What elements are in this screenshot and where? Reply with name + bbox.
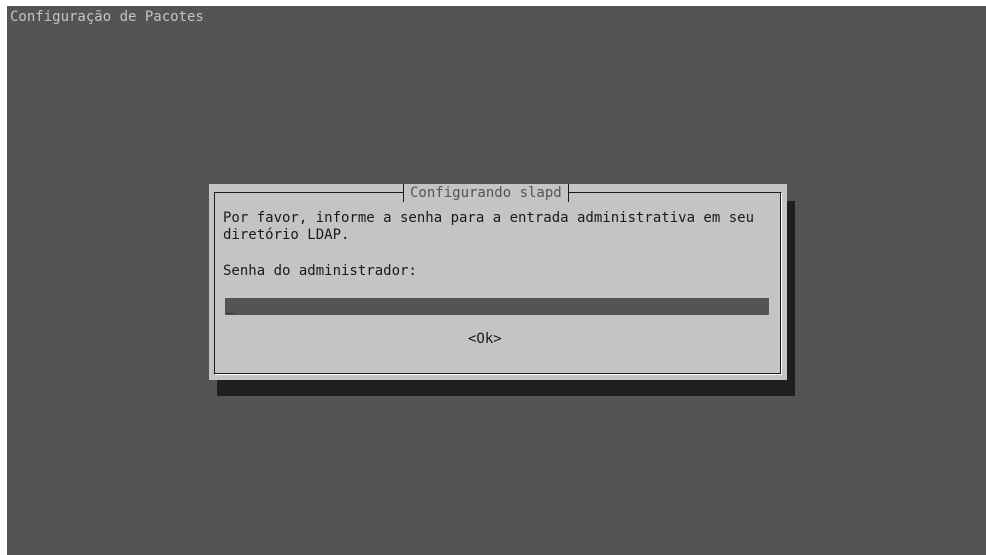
ok-button[interactable]: <Ok> xyxy=(468,331,502,348)
terminal-screen: Configuração de Pacotes Configurando sla… xyxy=(7,6,986,555)
text-cursor: _ xyxy=(226,298,235,314)
password-input[interactable] xyxy=(225,298,769,315)
config-dialog: Configurando slapd Por favor, informe a … xyxy=(209,184,787,380)
backtitle: Configuração de Pacotes xyxy=(10,9,204,25)
dialog-message: Por favor, informe a senha para a entrad… xyxy=(223,210,755,243)
dialog-title: Configurando slapd xyxy=(403,184,569,202)
password-label: Senha do administrador: xyxy=(223,263,417,279)
